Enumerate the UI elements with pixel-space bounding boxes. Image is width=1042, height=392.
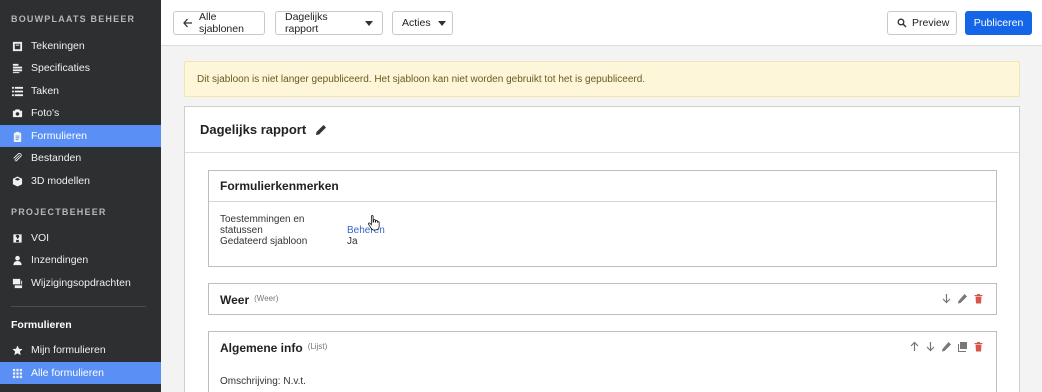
sidebar-item-label: Tekeningen [31, 40, 85, 52]
panel-actions [909, 341, 984, 352]
list-icon [11, 85, 23, 97]
paperclip-icon [11, 152, 23, 164]
sidebar-item-alle-formulieren[interactable]: Alle formulieren [0, 362, 161, 384]
sidebar-item-label: Specificaties [31, 62, 90, 74]
sidebar-item-label: VOI [31, 232, 50, 244]
preview-label: Preview [912, 17, 950, 29]
alert-text: Dit sjabloon is niet langer gepubliceerd… [197, 73, 646, 85]
panel-title: Algemene info [220, 340, 303, 355]
panel-header: Formulierkenmerken [209, 171, 996, 202]
sidebar-item-bestanden[interactable]: Bestanden [0, 147, 161, 169]
caret-down-icon [365, 20, 373, 26]
back-to-templates-button[interactable]: Alle sjablonen [173, 11, 265, 35]
panel-header: Algemene info (Lijst) [209, 332, 996, 363]
copy-icon[interactable] [957, 341, 968, 352]
sidebar-item-label: Wijzigingsopdrachten [31, 277, 131, 289]
panel-title: Formulierkenmerken [220, 179, 339, 193]
sidebar-item-taken[interactable]: Taken [0, 80, 161, 102]
sidebar-item-specificaties[interactable]: Specificaties [0, 57, 161, 79]
sidebar-item-mijn-formulieren[interactable]: Mijn formulieren [0, 339, 161, 361]
sidebar-item-label: Formulieren [31, 130, 88, 142]
sidebar-item-label: Taken [31, 85, 60, 97]
clipboard-icon [11, 130, 23, 142]
sidebar-heading-site: BOUWPLAATS BEHEER [11, 14, 136, 24]
sidebar-item-voi[interactable]: VOI [0, 227, 161, 249]
sidebar-item-inzendingen[interactable]: Inzendingen [0, 249, 161, 271]
actions-dropdown-button[interactable]: Acties [392, 11, 453, 35]
sidebar-item-label: Bestanden [31, 152, 82, 164]
sidebar-item-label: Inzendingen [31, 254, 89, 266]
panel-type: (Weer) [254, 294, 279, 303]
caret-down-icon [437, 20, 446, 26]
sidebar-item-3d-modellen[interactable]: 3D modellen [0, 170, 161, 192]
panel-actions [941, 293, 984, 304]
unpublished-alert: Dit sjabloon is niet langer gepubliceerd… [184, 61, 1020, 97]
panel-header: Weer (Weer) [209, 284, 996, 315]
pencil-icon[interactable] [941, 341, 952, 352]
publish-label: Publiceren [973, 17, 1024, 29]
camera-icon [11, 107, 23, 119]
panel-title: Weer [220, 292, 250, 307]
sidebar-item-fotos[interactable]: Foto's [0, 102, 161, 124]
layers-icon [11, 277, 23, 289]
preview-button[interactable]: Preview [887, 11, 957, 35]
cube-icon [11, 175, 23, 187]
question-icon [11, 232, 23, 244]
arrow-up-icon[interactable] [909, 341, 920, 352]
sidebar-item-label: 3D modellen [31, 175, 90, 187]
sidebar-item-wijzigingsopdrachten[interactable]: Wijzigingsopdrachten [0, 272, 161, 294]
template-title: Dagelijks rapport [200, 122, 307, 137]
back-button-label: Alle sjablonen [199, 11, 244, 35]
star-icon [11, 344, 23, 356]
arrow-down-icon[interactable] [941, 293, 952, 304]
section-description: Omschrijving: N.v.t. [220, 376, 306, 387]
arrow-left-icon [183, 18, 193, 28]
user-icon [11, 254, 23, 266]
sidebar-item-tekeningen[interactable]: Tekeningen [0, 35, 161, 57]
grid-icon [11, 367, 23, 379]
weather-section-panel: Weer (Weer) [208, 283, 997, 315]
form-properties-panel: Formulierkenmerken Toestemmingen en stat… [208, 170, 997, 267]
search-icon [897, 18, 907, 28]
hand-cursor-icon [367, 215, 381, 234]
property-key: Gedateerd sjabloon [220, 236, 308, 247]
sidebar: BOUWPLAATS BEHEER Tekeningen Specificati… [0, 0, 161, 392]
sidebar-heading-project: PROJECTBEHEER [11, 207, 107, 217]
sidebar-item-label: Foto's [31, 107, 60, 119]
publish-button[interactable]: Publiceren [965, 11, 1032, 35]
sidebar-item-label: Alle formulieren [31, 367, 104, 379]
property-value: Ja [347, 236, 358, 247]
panel-type: (Lijst) [307, 342, 328, 351]
specs-icon [11, 62, 23, 74]
pencil-icon[interactable] [957, 293, 968, 304]
template-card: Dagelijks rapport Formulierkenmerken Toe… [184, 106, 1020, 392]
trash-icon[interactable] [973, 341, 984, 352]
actions-dropdown-label: Acties [402, 17, 431, 29]
sidebar-item-formulieren[interactable]: Formulieren [0, 125, 161, 147]
sidebar-item-label: Mijn formulieren [31, 344, 106, 356]
template-header: Dagelijks rapport [185, 107, 1019, 153]
sidebar-divider [11, 306, 146, 307]
arrow-down-icon[interactable] [925, 341, 936, 352]
report-dropdown-label: Dagelijks rapport [285, 11, 328, 35]
top-toolbar: Alle sjablonen Dagelijks rapport Acties … [161, 0, 1042, 46]
sidebar-section-title: Formulieren [11, 319, 72, 331]
pencil-icon[interactable] [315, 124, 327, 136]
report-dropdown-button[interactable]: Dagelijks rapport [275, 11, 383, 35]
property-key: Toestemmingen en statussen [220, 214, 305, 236]
property-row: Gedateerd sjabloon Ja [220, 236, 358, 247]
property-row: Toestemmingen en statussen Beheren [220, 214, 385, 236]
general-info-section-panel: Algemene info (Lijst) Omschrijving: N.v.… [208, 331, 997, 392]
trash-icon[interactable] [973, 293, 984, 304]
drawings-icon [11, 40, 23, 52]
